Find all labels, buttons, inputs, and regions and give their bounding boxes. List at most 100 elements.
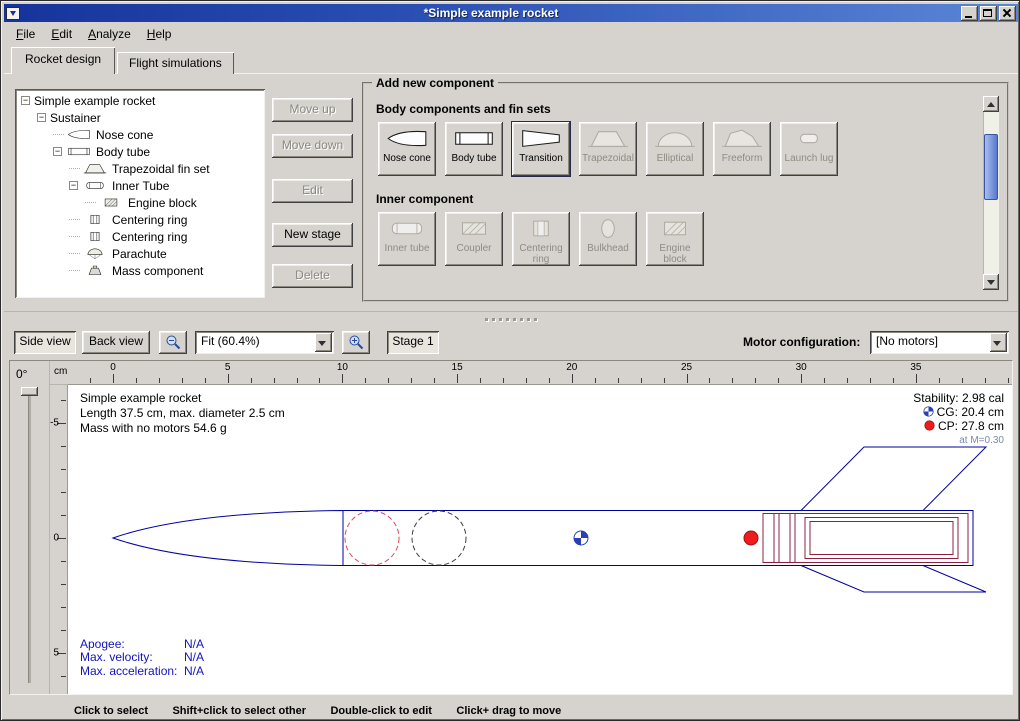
tree-item-inner-tube[interactable]: − Inner Tube: [17, 177, 265, 194]
tree-connector-line: [69, 219, 80, 220]
engine-block-outline[interactable]: [805, 518, 958, 559]
ruler-tick: [61, 561, 66, 562]
scroll-down-icon[interactable]: [983, 274, 999, 290]
ruler-tick: [61, 607, 66, 608]
zoom-in-button[interactable]: [342, 331, 370, 354]
tree-connector-line: [69, 236, 80, 237]
zoom-combo[interactable]: Fit (60.4%): [195, 331, 334, 354]
ruler-tick: [687, 374, 688, 383]
rocket-canvas[interactable]: 0° cm 05101520253035 -505: [9, 360, 1013, 695]
edit-button: Edit: [272, 179, 353, 203]
tab-flight-simulations[interactable]: Flight simulations: [117, 52, 234, 74]
rotation-slider-thumb[interactable]: [21, 387, 38, 396]
component-button-label: Launch lug: [783, 153, 836, 164]
ruler-tick: [159, 378, 160, 383]
ruler-label: 5: [225, 362, 231, 373]
component-button-label: Freeform: [720, 153, 765, 164]
cp-icon: [924, 420, 935, 431]
tree-item-sustainer[interactable]: −Sustainer: [17, 109, 265, 126]
vertical-ruler: -505: [50, 385, 68, 694]
menu-edit[interactable]: Edit: [43, 24, 80, 44]
tree-connector-line: [85, 202, 96, 203]
scrollbar-thumb[interactable]: [984, 134, 998, 200]
maximize-button[interactable]: [980, 6, 997, 21]
tree-item-centering-ring[interactable]: Centering ring: [17, 211, 265, 228]
hint-double-click: Double-click to edit: [330, 705, 431, 717]
close-button[interactable]: [999, 6, 1016, 21]
tree-item-mass-component[interactable]: Mass component: [17, 262, 265, 279]
menu-analyze[interactable]: Analyze: [80, 24, 139, 44]
ruler-tick: [251, 378, 252, 383]
ruler-tick: [618, 378, 619, 383]
nose-cone-button[interactable]: Nose cone: [378, 122, 436, 176]
ruler-tick: [61, 515, 66, 516]
tree-item-simple-example-rocket[interactable]: −Simple example rocket: [17, 92, 265, 109]
tree-item-nose-cone[interactable]: Nose cone: [17, 126, 265, 143]
centering-ring-icon: [520, 217, 562, 240]
launch-lug-button: Launch lug: [780, 122, 838, 176]
parachute-icon: [82, 247, 108, 260]
motor-configuration-value[interactable]: [No motors]: [870, 331, 988, 354]
chevron-down-icon[interactable]: [990, 333, 1007, 352]
fin-elliptical-icon: [654, 127, 696, 150]
rotation-slider-track[interactable]: [28, 391, 31, 683]
transition-button[interactable]: Transition: [512, 122, 570, 176]
tree-expander-icon[interactable]: −: [69, 181, 78, 190]
nose-cone-outline[interactable]: [113, 511, 343, 566]
tree-expander-icon[interactable]: −: [53, 147, 62, 156]
add-component-scrollbar[interactable]: [983, 96, 999, 290]
ruler-tick: [916, 374, 917, 383]
zoom-out-button[interactable]: [159, 331, 187, 354]
ruler-tick: [205, 378, 206, 383]
centering-ring-icon: [82, 213, 108, 226]
body-tube-button[interactable]: Body tube: [445, 122, 503, 176]
stage-1-toggle[interactable]: Stage 1: [387, 331, 439, 354]
ruler-tick: [61, 469, 66, 470]
window-icon[interactable]: [6, 7, 20, 20]
tree-expander-icon[interactable]: −: [37, 113, 46, 122]
minimize-button[interactable]: [961, 6, 978, 21]
inner-tube-outline[interactable]: [763, 514, 968, 563]
ruler-tick: [457, 374, 458, 383]
menu-file[interactable]: File: [8, 24, 43, 44]
ruler-tick: [274, 378, 275, 383]
split-pane-divider[interactable]: [4, 314, 1018, 324]
new-stage-button[interactable]: New stage: [272, 223, 353, 247]
ruler-unit-label: cm: [50, 361, 68, 385]
tree-item-trapezoidal-fin-set[interactable]: Trapezoidal fin set: [17, 160, 265, 177]
component-group-label: Inner component: [376, 192, 1007, 206]
ruler-label: 5: [53, 647, 59, 658]
tree-connector-line: [69, 253, 80, 254]
move-down-button: Move down: [272, 134, 353, 158]
parachute-marker[interactable]: [345, 511, 399, 565]
tree-connector-line: [53, 134, 64, 135]
nose-cone-icon: [66, 128, 92, 141]
mass-component-marker[interactable]: [412, 511, 466, 565]
menu-help[interactable]: Help: [139, 24, 180, 44]
component-tree[interactable]: −Simple example rocket−SustainerNose con…: [15, 89, 265, 298]
ruler-label: 0: [110, 362, 116, 373]
ruler-label: 15: [452, 362, 463, 373]
title-bar[interactable]: *Simple example rocket: [4, 4, 1018, 22]
ruler-label: 35: [910, 362, 921, 373]
tab-rocket-design[interactable]: Rocket design: [11, 47, 115, 74]
rocket-drawing-area[interactable]: Simple example rocket Length 37.5 cm, ma…: [68, 385, 1012, 694]
tree-item-centering-ring[interactable]: Centering ring: [17, 228, 265, 245]
ruler-tick: [182, 378, 183, 383]
scroll-up-icon[interactable]: [983, 96, 999, 112]
chevron-down-icon[interactable]: [315, 333, 332, 352]
tree-item-parachute[interactable]: Parachute: [17, 245, 265, 262]
motor-configuration-combo[interactable]: [No motors]: [870, 331, 1009, 354]
tree-item-label: Simple example rocket: [34, 94, 155, 108]
tree-expander-icon[interactable]: −: [21, 96, 30, 105]
tree-item-engine-block[interactable]: Engine block: [17, 194, 265, 211]
body-tube-outline[interactable]: [343, 511, 973, 566]
horizontal-ruler: 05101520253035: [68, 361, 1012, 385]
tree-item-label: Engine block: [128, 196, 197, 210]
zoom-combo-value[interactable]: Fit (60.4%): [195, 331, 313, 354]
ruler-tick: [434, 378, 435, 383]
side-view-button[interactable]: Side view: [14, 331, 76, 354]
back-view-button[interactable]: Back view: [82, 331, 150, 354]
tree-item-body-tube[interactable]: −Body tube: [17, 143, 265, 160]
tree-item-label: Inner Tube: [112, 179, 169, 193]
